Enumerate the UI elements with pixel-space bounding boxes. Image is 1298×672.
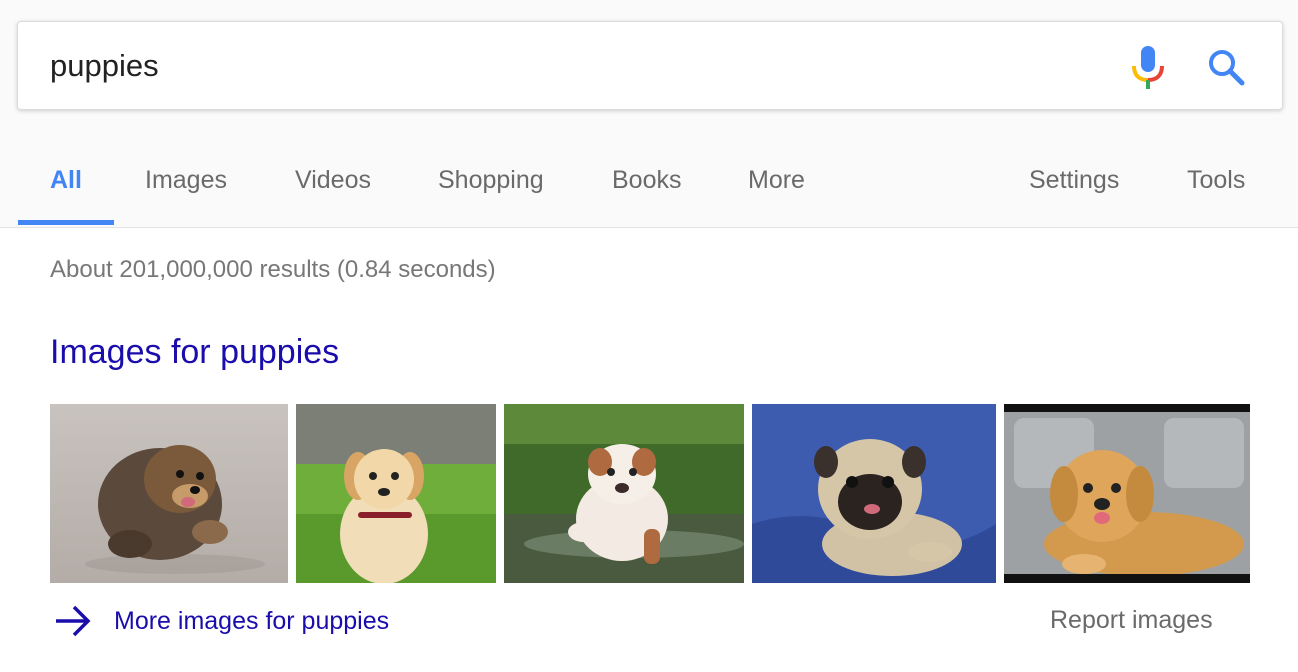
arrow-right-icon [56,605,91,637]
more-images-link[interactable]: More images for puppies [54,601,389,641]
tab-tools[interactable]: Tools [1187,166,1245,195]
search-input[interactable] [50,44,1100,88]
tab-books[interactable]: Books [612,166,681,195]
more-images-label: More images for puppies [114,606,390,635]
search-button[interactable] [1206,48,1248,88]
tab-all[interactable]: All [50,166,82,195]
search-header: All Images Videos Shopping Books More Se… [0,0,1298,228]
report-images-link[interactable]: Report images [1050,606,1213,635]
search-tabs: All Images Videos Shopping Books More Se… [0,150,1298,228]
tab-settings[interactable]: Settings [1029,166,1119,195]
image-thumbnail-golden-retriever-grass[interactable] [296,404,496,583]
tab-shopping[interactable]: Shopping [438,166,544,195]
tab-videos[interactable]: Videos [295,166,371,195]
image-thumbnail-bulldog-water[interactable] [504,404,744,583]
microphone-icon [1132,46,1164,89]
images-section-heading[interactable]: Images for puppies [50,333,339,372]
search-box [17,21,1283,110]
image-thumbnail-pomeranian[interactable] [50,404,288,583]
result-stats: About 201,000,000 results (0.84 seconds) [50,256,496,283]
magnifier-icon [1209,50,1245,86]
image-thumbnail-pug-blanket[interactable] [752,404,996,583]
voice-search-button[interactable] [1128,44,1168,90]
image-thumbnail-golden-retriever-seat[interactable] [1004,404,1250,583]
tab-images[interactable]: Images [145,166,227,195]
active-tab-indicator [18,220,114,225]
tab-more[interactable]: More [748,166,805,195]
